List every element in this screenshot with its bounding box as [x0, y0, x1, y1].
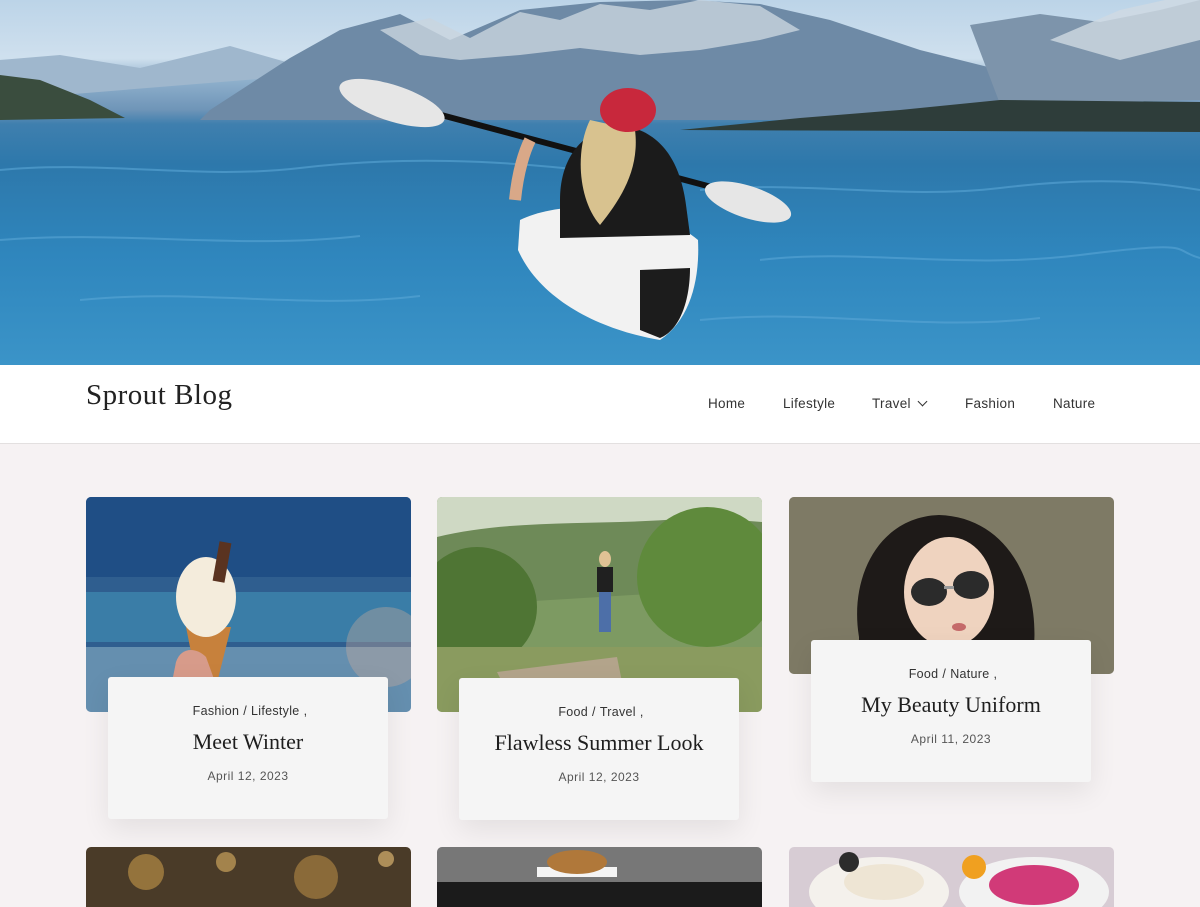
nav-item-nature[interactable]: Nature	[1053, 396, 1095, 411]
category-link[interactable]: Travel	[600, 705, 636, 719]
nav-item-travel-label: Travel	[872, 396, 911, 411]
site-header: Sprout Blog Home Lifestyle Travel Fashio…	[0, 365, 1200, 444]
category-link[interactable]: Lifestyle	[251, 704, 300, 718]
post-card-body: Fashion / Lifestyle, Meet Winter April 12,…	[108, 677, 388, 819]
category-link[interactable]: Nature	[950, 667, 989, 681]
hero-kayak-scene	[0, 0, 1200, 340]
post-image-bokeh-lights[interactable]	[86, 847, 411, 907]
category-link[interactable]: Food	[558, 705, 588, 719]
post-card-flawless-summer-look[interactable]: Food / Travel, Flawless Summer Look April …	[437, 497, 762, 820]
post-categories: Food / Travel,	[558, 705, 644, 719]
hero-image	[0, 0, 1200, 365]
post-date: April 12, 2023	[558, 770, 640, 784]
post-categories: Fashion / Lifestyle,	[192, 704, 308, 718]
category-link[interactable]: Fashion	[193, 704, 240, 718]
post-card-body: Food / Nature, My Beauty Uniform April 11,…	[811, 640, 1091, 782]
post-title[interactable]: My Beauty Uniform	[811, 692, 1091, 718]
post-image-dessert-stand[interactable]	[437, 847, 762, 907]
post-card-meet-winter[interactable]: Fashion / Lifestyle, Meet Winter April 12,…	[86, 497, 411, 819]
post-title[interactable]: Meet Winter	[108, 729, 388, 755]
post-categories: Food / Nature,	[908, 667, 998, 681]
post-card-body: Food / Travel, Flawless Summer Look April …	[459, 678, 739, 820]
chevron-down-icon	[917, 396, 928, 407]
category-link[interactable]: Food	[909, 667, 939, 681]
nav-item-travel[interactable]: Travel	[872, 396, 928, 411]
post-date: April 12, 2023	[207, 769, 289, 783]
nav-item-lifestyle[interactable]: Lifestyle	[783, 396, 835, 411]
post-title[interactable]: Flawless Summer Look	[459, 730, 739, 756]
nav-item-home[interactable]: Home	[708, 396, 745, 411]
nav-item-fashion[interactable]: Fashion	[965, 396, 1015, 411]
site-title[interactable]: Sprout Blog	[86, 379, 233, 412]
post-date: April 11, 2023	[910, 732, 992, 746]
post-card-my-beauty-uniform[interactable]: Food / Nature, My Beauty Uniform April 11,…	[789, 497, 1114, 797]
post-image-food-bowls[interactable]	[789, 847, 1114, 907]
